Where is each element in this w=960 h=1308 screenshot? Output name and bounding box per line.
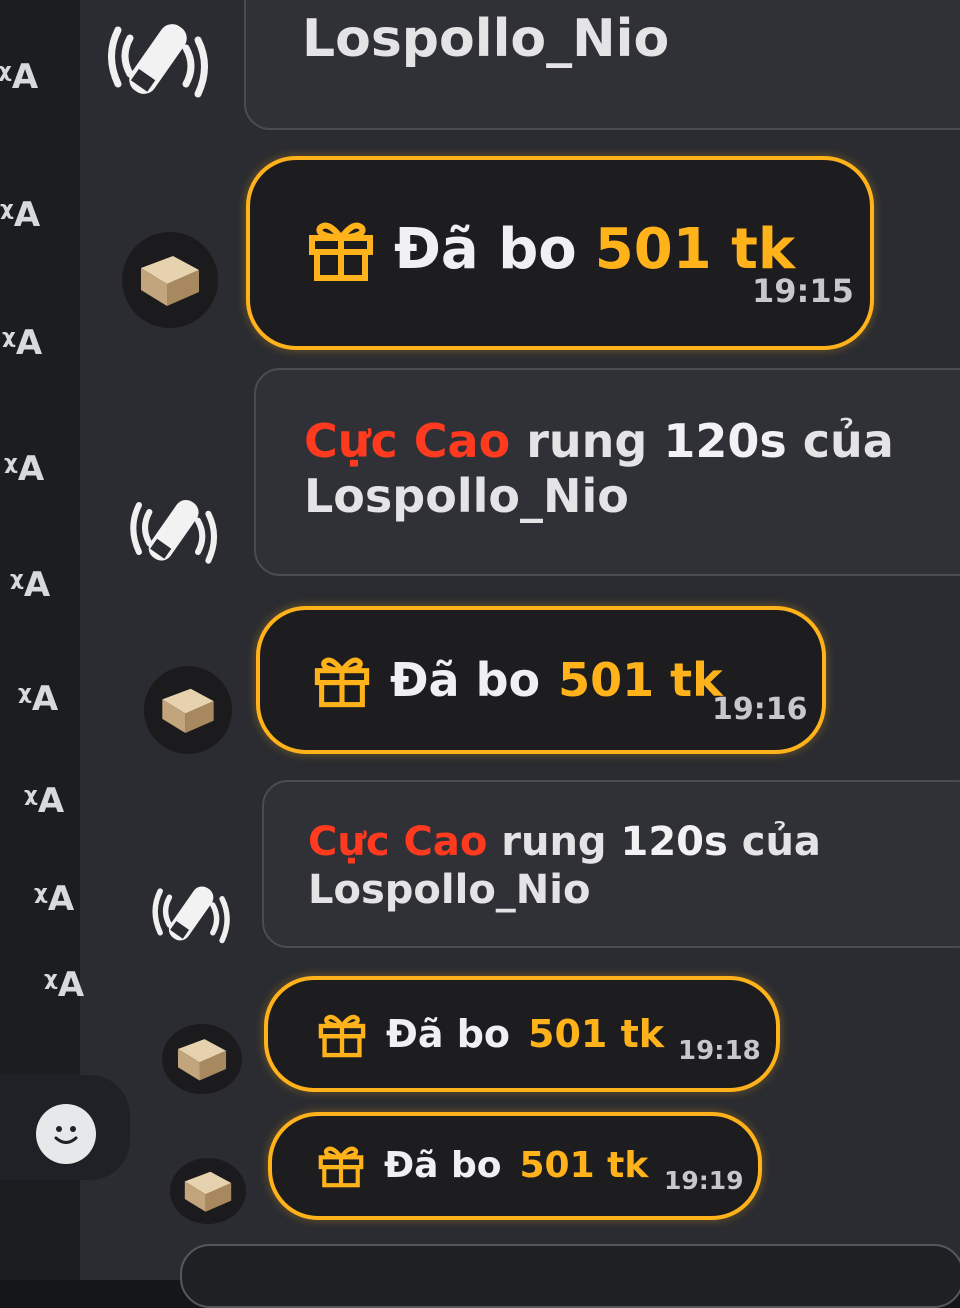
emoji-button[interactable] xyxy=(36,1104,96,1164)
message-time: 19:16 xyxy=(712,692,808,727)
tip-prefix: Đã bo xyxy=(394,216,577,282)
vibration-text: Cực Cao rung 120s của Lospollo_Nio xyxy=(308,818,928,914)
vibration-verb: rung xyxy=(526,414,648,468)
vibration-duration: 120s xyxy=(620,819,728,865)
message-time: 19:19 xyxy=(664,1166,744,1195)
translate-icon[interactable]: ᵡA xyxy=(0,198,40,232)
translate-icon[interactable]: ᵡA xyxy=(2,326,42,360)
vibration-text: Cực Cao rung 120s của Lospollo_Nio xyxy=(304,414,944,524)
vibration-verb: rung xyxy=(501,819,607,865)
tip-prefix: Đã bo xyxy=(386,1012,511,1056)
tip-amount: 501 tk xyxy=(528,1012,665,1056)
gift-icon xyxy=(318,1014,366,1058)
translate-icon[interactable]: ᵡA xyxy=(0,60,38,94)
vibration-name: Lospollo_Nio xyxy=(308,867,591,913)
token-box-avatar xyxy=(122,232,218,328)
vibrator-icon xyxy=(130,499,218,564)
token-box-avatar xyxy=(170,1158,246,1224)
vibration-suffix: của xyxy=(741,819,821,865)
tip-amount: 501 tk xyxy=(519,1144,649,1186)
gift-icon xyxy=(309,222,373,281)
tip-text: Đã bo 501 tk xyxy=(306,216,795,282)
vibration-name: Lospollo_Nio xyxy=(302,9,670,69)
translate-icon[interactable]: ᵡA xyxy=(18,682,58,716)
tip-text: Đã bo 501 tk xyxy=(316,1142,648,1188)
tipper-username[interactable]: Cực Cao xyxy=(308,819,487,865)
chat-input[interactable] xyxy=(180,1244,960,1308)
tip-amount: 501 tk xyxy=(558,653,723,707)
smiley-face-icon xyxy=(54,1126,78,1144)
translate-icon[interactable]: ᵡA xyxy=(24,784,64,818)
vibration-duration: 120s xyxy=(663,414,787,468)
translate-icon[interactable]: ᵡA xyxy=(10,568,50,602)
gift-icon xyxy=(318,1146,364,1188)
gift-icon xyxy=(314,657,370,708)
translate-icon[interactable]: ᵡA xyxy=(34,882,74,916)
tip-prefix: Đã bo xyxy=(384,1144,502,1186)
vibrator-icon xyxy=(108,24,208,98)
tipper-username[interactable]: Cực Cao xyxy=(304,414,510,468)
vibrator-icon xyxy=(152,886,230,944)
token-box-avatar xyxy=(162,1024,242,1094)
tip-text: Đã bo 501 tk xyxy=(312,652,723,708)
token-box-avatar xyxy=(144,666,232,754)
translate-icon[interactable]: ᵡA xyxy=(44,968,84,1002)
translate-icon[interactable]: ᵡA xyxy=(4,452,44,486)
vibration-suffix: của xyxy=(802,414,894,468)
message-time: 19:18 xyxy=(678,1036,761,1066)
tip-text: Đã bo 501 tk xyxy=(316,1010,664,1058)
vibration-name: Lospollo_Nio xyxy=(304,469,629,524)
message-time: 19:15 xyxy=(752,272,854,310)
tip-prefix: Đã bo xyxy=(390,653,541,707)
